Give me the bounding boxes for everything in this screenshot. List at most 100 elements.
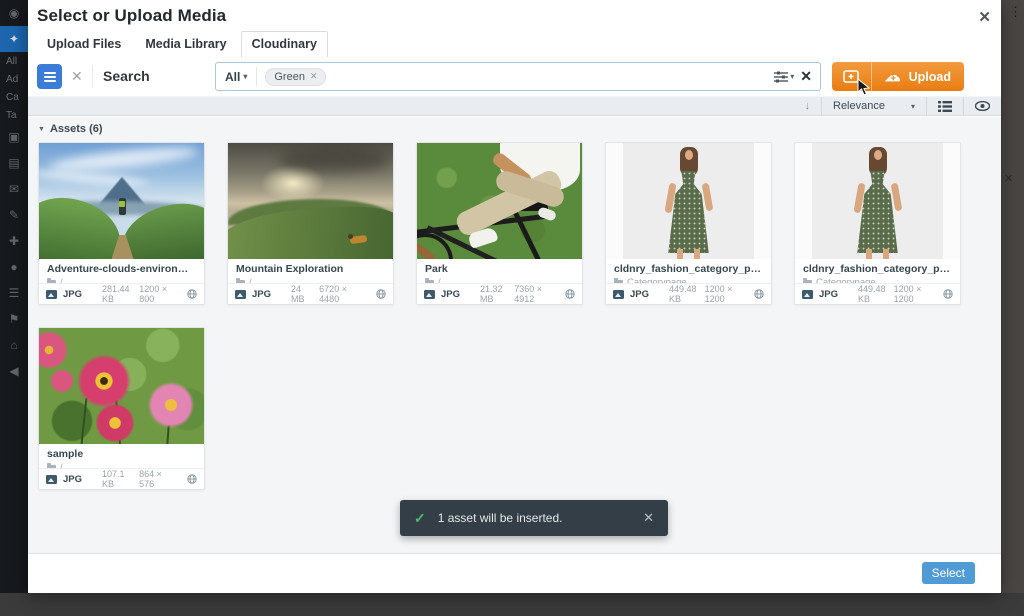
advanced-filter-button[interactable]: ▾ — [774, 71, 794, 83]
asset-thumbnail[interactable] — [39, 328, 204, 444]
upload-button-group[interactable]: ☁+ Upload — [832, 62, 964, 91]
asset-thumbnail[interactable] — [417, 143, 582, 259]
asset-card-sample[interactable]: sample / JPG 107.1 KB 864 × 576 — [38, 327, 205, 490]
image-format-icon — [235, 290, 246, 299]
folder-icon — [614, 280, 623, 284]
tab-cloudinary[interactable]: Cloudinary — [241, 31, 328, 58]
tab-media-library[interactable]: Media Library — [135, 32, 236, 57]
asset-size: 24 MB — [291, 284, 313, 304]
search-input[interactable]: All ▾ Green ✕ — [215, 62, 821, 91]
posts-pin-icon[interactable]: ✦ — [0, 26, 28, 52]
settings-icon[interactable]: ⚑ — [0, 306, 28, 332]
asset-thumbnail[interactable] — [795, 143, 960, 259]
toast-close-icon[interactable]: ✕ — [643, 510, 654, 526]
asset-format: JPG — [819, 289, 838, 300]
image-format-icon — [802, 290, 813, 299]
divider — [92, 65, 93, 88]
desktop-close-icon[interactable]: ✕ — [1004, 172, 1013, 185]
plugins-icon[interactable]: ✚ — [0, 228, 28, 254]
asset-dimensions: 864 × 576 — [139, 469, 173, 489]
list-view-icon — [938, 101, 952, 112]
bottom-bar — [0, 593, 1024, 616]
asset-dimensions: 1200 × 1200 — [705, 284, 740, 304]
asset-thumbnail[interactable] — [39, 143, 204, 259]
menu-dots-icon[interactable]: ⋮ — [1009, 6, 1022, 18]
comments-icon[interactable]: ✉ — [0, 176, 28, 202]
media-tabs: Upload Files Media Library Cloudinary — [28, 33, 1001, 57]
image-format-icon — [46, 475, 57, 484]
select-button[interactable]: Select — [922, 562, 975, 584]
screen-add-icon — [843, 70, 859, 83]
globe-icon — [376, 289, 386, 299]
asset-dimensions: 1200 × 1200 — [894, 284, 929, 304]
tools-icon[interactable]: ☰ — [0, 280, 28, 306]
sidebar-item-tags[interactable]: Ta — [0, 106, 28, 124]
asset-size: 449.48 KB — [858, 284, 888, 304]
sliders-icon — [774, 71, 788, 83]
menu-toggle-button[interactable] — [37, 64, 62, 89]
clear-search-icon[interactable]: ✕ — [800, 68, 812, 85]
image-format-icon — [613, 290, 624, 299]
assets-area: ▼ Assets (6) Adventure-clouds-environmen… — [28, 117, 1001, 553]
appearance-icon[interactable]: ✎ — [0, 202, 28, 228]
wp-logo-icon[interactable]: ◉ — [0, 0, 28, 26]
folder-icon — [425, 280, 434, 284]
eye-icon — [975, 101, 990, 111]
chip-remove-icon[interactable]: ✕ — [310, 71, 318, 82]
asset-card-park[interactable]: Park / JPG 21.32 MB 7360 × 4912 — [416, 142, 583, 305]
collapse-menu-icon[interactable]: ◀ — [0, 358, 28, 384]
sidebar-item-all-posts[interactable]: All — [0, 52, 28, 70]
chevron-down-icon: ▾ — [243, 72, 247, 81]
media-icon[interactable]: ▣ — [0, 124, 28, 150]
users-icon[interactable]: ● — [0, 254, 28, 280]
sidebar-item-add-new[interactable]: Ad — [0, 70, 28, 88]
tab-upload-files[interactable]: Upload Files — [37, 32, 131, 57]
sort-direction-button[interactable]: ↓ — [794, 97, 822, 115]
filter-chip-green[interactable]: Green ✕ — [265, 68, 326, 86]
folder-icon — [47, 280, 56, 284]
results-toolbar: ↓ Relevance ▾ — [28, 96, 1001, 116]
asset-thumbnail[interactable] — [606, 143, 771, 259]
sort-value: Relevance — [833, 100, 885, 112]
search-label: Search — [103, 68, 150, 84]
list-view-button[interactable] — [927, 97, 963, 115]
asset-dimensions: 6720 × 4480 — [319, 284, 362, 304]
asset-grid: Adventure-clouds-environment-672358 / JP… — [38, 142, 988, 490]
home-icon[interactable]: ⌂ — [0, 332, 28, 358]
globe-icon — [754, 289, 764, 299]
modal-close-icon[interactable]: ✕ — [978, 8, 991, 26]
asset-card-fashion-product[interactable]: cldnry_fashion_category_product3 Categor… — [794, 142, 961, 305]
folder-icon — [803, 280, 812, 284]
modal-footer: Select — [28, 553, 1001, 593]
asset-dimensions: 1200 × 800 — [139, 284, 173, 304]
asset-card-fashion-product[interactable]: cldnry_fashion_category_product3 Categor… — [605, 142, 772, 305]
scope-value: All — [225, 70, 240, 84]
preview-toggle-button[interactable] — [964, 97, 1001, 115]
insert-notification-toast: ✓ 1 asset will be inserted. ✕ — [400, 500, 668, 536]
globe-icon — [565, 289, 575, 299]
cloud-upload-icon: ☁+ — [885, 70, 903, 84]
screen: ◉ ✦ All Ad Ca Ta ▣ ▤ ✉ ✎ ✚ ● ☰ ⚑ ⌂ ◀ ⋮ ✕… — [0, 0, 1024, 616]
upload-button[interactable]: ☁+ Upload — [872, 62, 964, 91]
upload-label: Upload — [909, 70, 951, 84]
pages-icon[interactable]: ▤ — [0, 150, 28, 176]
image-format-icon — [424, 290, 435, 299]
chip-label: Green — [274, 71, 305, 83]
sort-dropdown[interactable]: Relevance ▾ — [822, 97, 926, 115]
asset-card-adventure[interactable]: Adventure-clouds-environment-672358 / JP… — [38, 142, 205, 305]
asset-size: 449.48 KB — [669, 284, 699, 304]
assets-section-header[interactable]: ▼ Assets (6) — [38, 123, 103, 135]
close-search-icon[interactable]: ✕ — [71, 68, 83, 85]
search-scope-dropdown[interactable]: All ▾ — [216, 70, 256, 84]
asset-size: 107.1 KB — [102, 469, 133, 489]
add-to-screen-button[interactable] — [832, 62, 872, 91]
globe-icon — [943, 289, 953, 299]
asset-thumbnail[interactable] — [228, 143, 393, 259]
toast-message: 1 asset will be inserted. — [438, 511, 563, 525]
globe-icon — [187, 474, 197, 484]
sidebar-item-categories[interactable]: Ca — [0, 88, 28, 106]
check-icon: ✓ — [414, 510, 426, 527]
folder-icon — [236, 280, 245, 284]
asset-card-mountain-exploration[interactable]: Mountain Exploration / JPG 24 MB 6720 × … — [227, 142, 394, 305]
asset-name: Mountain Exploration — [236, 263, 385, 275]
